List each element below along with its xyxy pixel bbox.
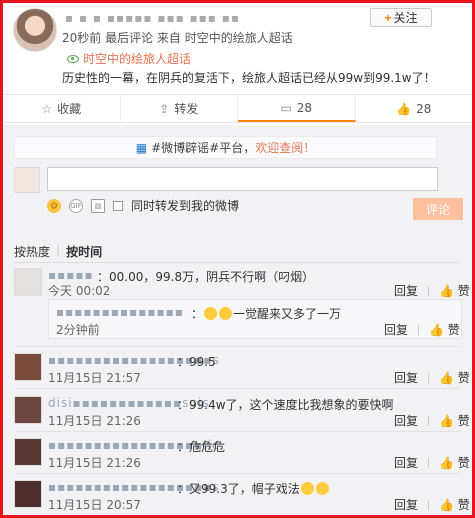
commenter-avatar[interactable] [14, 268, 42, 296]
emoji-icon[interactable]: ☺ [47, 198, 61, 213]
comment-time: 11月15日 21:26 [48, 456, 141, 470]
comment-actions: 回复 👍 赞 [394, 282, 470, 299]
reply-button[interactable]: 回复 [394, 369, 418, 386]
action-bar: ☆ 收藏 ⇪ 转发 ▭ 28 👍 28 [3, 94, 472, 123]
commenter-avatar[interactable] [14, 353, 42, 381]
commenter-avatar[interactable] [14, 396, 42, 424]
follow-button[interactable]: + 关注 [370, 8, 432, 27]
notice-icon: ▦ [135, 140, 148, 155]
comment-actions: 回复 👍 赞 [394, 369, 470, 386]
comment-text: ：00.00，99.8万，阴兵不行啊（叼烟） [97, 270, 315, 284]
post-comment-button[interactable]: 评论 [413, 198, 463, 220]
reply-button[interactable]: 回复 [394, 282, 418, 299]
comment-count: 28 [296, 100, 313, 115]
comment-time: 今天 00:02 [48, 284, 111, 298]
weibo-post: ▪ ▪ ▪ ▪▪▪▪▪ ▪▪▪ ▪▪▪ ▪▪ + 关注 20秒前 最后评论 来自… [3, 3, 472, 515]
my-avatar [14, 167, 40, 193]
favorite-label: 收藏 [57, 102, 82, 116]
repost-label: 转发 [174, 102, 199, 116]
comment-text: ：一觉醒来又多了一万 [191, 307, 342, 321]
commenter-name[interactable]: ▪▪▪▪▪ [48, 268, 94, 282]
repost-checkbox-label: 同时转发到我的微博 [131, 199, 240, 213]
comment-time: 11月15日 20:57 [48, 498, 141, 512]
poster-avatar[interactable] [13, 8, 57, 52]
comment-panel: ▦ #微博辟谣#平台， 欢迎查阅！ ☺ GIF ▨ 同时转发到我的微博 评论 按… [3, 125, 472, 515]
comment-icon: ▭ [280, 100, 292, 115]
like-comment-button[interactable]: 👍 赞 [439, 412, 470, 429]
supertopic-icon [67, 54, 79, 63]
rumor-notice[interactable]: ▦ #微博辟谣#平台， 欢迎查阅！ [14, 136, 437, 159]
sort-divider: | [56, 243, 61, 257]
comment-text: ：又99.3了，帽子戏法 [177, 480, 330, 497]
emoji-icon [219, 307, 233, 320]
image-icon[interactable]: ▨ [91, 198, 105, 213]
comment-actions: 回复 👍 赞 [384, 321, 460, 338]
comment-input[interactable] [47, 167, 438, 191]
composer-tools: ☺ GIF ▨ 同时转发到我的微博 [47, 197, 239, 214]
sort-by-time[interactable]: 按时间 [66, 243, 102, 260]
plus-icon: + [384, 10, 392, 25]
comment-button[interactable]: ▭ 28 [238, 95, 356, 122]
topic-link[interactable]: 时空中的绘旅人超话 [67, 50, 191, 67]
comment-actions: 回复 👍 赞 [394, 496, 470, 513]
commenter-name[interactable]: ▪▪▪▪▪▪▪▪▪▪▪▪▪▪ [56, 305, 184, 319]
post-meta: 20秒前 最后评论 来自 时空中的绘旅人超话 [62, 31, 293, 45]
divider [14, 473, 460, 474]
comment-actions: 回复 👍 赞 [394, 412, 470, 429]
like-comment-button[interactable]: 👍 赞 [429, 321, 460, 338]
like-icon: 👍 [396, 101, 412, 116]
notice-text: #微博辟谣#平台， [151, 141, 256, 155]
reply-button[interactable]: 回复 [394, 454, 418, 471]
comment-text: ：99.5 [177, 355, 216, 369]
repost-button[interactable]: ⇪ 转发 [121, 95, 238, 122]
like-count: 28 [416, 101, 432, 116]
divider [14, 388, 460, 389]
comment-time: 11月15日 21:26 [48, 414, 141, 428]
comment-time: 2分钟前 [56, 323, 100, 337]
comment-text: ：99.4w了，这个速度比我想象的要快啊 [177, 398, 394, 412]
follow-label: 关注 [393, 11, 418, 25]
topic-label: 时空中的绘旅人超话 [83, 52, 192, 66]
commenter-avatar[interactable] [14, 438, 42, 466]
reply-button[interactable]: 回复 [394, 496, 418, 513]
poster-name[interactable]: ▪ ▪ ▪ ▪▪▪▪▪ ▪▪▪ ▪▪▪ ▪▪ [65, 11, 285, 25]
like-comment-button[interactable]: 👍 赞 [439, 454, 470, 471]
post-content: 历史性的一幕，在阴兵的复活下，绘旅人超话已经从99w到99.1w了！ [62, 71, 436, 85]
emoji-icon [315, 482, 329, 495]
gif-icon[interactable]: GIF [69, 198, 83, 213]
star-icon: ☆ [41, 101, 53, 116]
divider [14, 431, 460, 432]
commenter-avatar[interactable] [14, 480, 42, 508]
like-button[interactable]: 👍 28 [356, 95, 473, 122]
like-comment-button[interactable]: 👍 赞 [439, 282, 470, 299]
emoji-icon [300, 482, 314, 495]
emoji-icon [204, 307, 218, 320]
comment-actions: 回复 👍 赞 [394, 454, 470, 471]
like-comment-button[interactable]: 👍 赞 [439, 496, 470, 513]
like-comment-button[interactable]: 👍 赞 [439, 369, 470, 386]
share-icon: ⇪ [159, 101, 170, 116]
divider [14, 346, 460, 347]
reply-button[interactable]: 回复 [384, 321, 408, 338]
sort-by-hot[interactable]: 按热度 [14, 243, 50, 260]
sort-tabs: 按热度 | 按时间 [14, 243, 102, 260]
notice-link[interactable]: 欢迎查阅！ [255, 139, 315, 156]
comment-text: ：危危危 [177, 440, 226, 454]
favorite-button[interactable]: ☆ 收藏 [3, 95, 121, 122]
comment-time: 11月15日 21:57 [48, 371, 141, 385]
divider [14, 262, 460, 263]
reply-button[interactable]: 回复 [394, 412, 418, 429]
repost-checkbox[interactable] [113, 200, 123, 211]
